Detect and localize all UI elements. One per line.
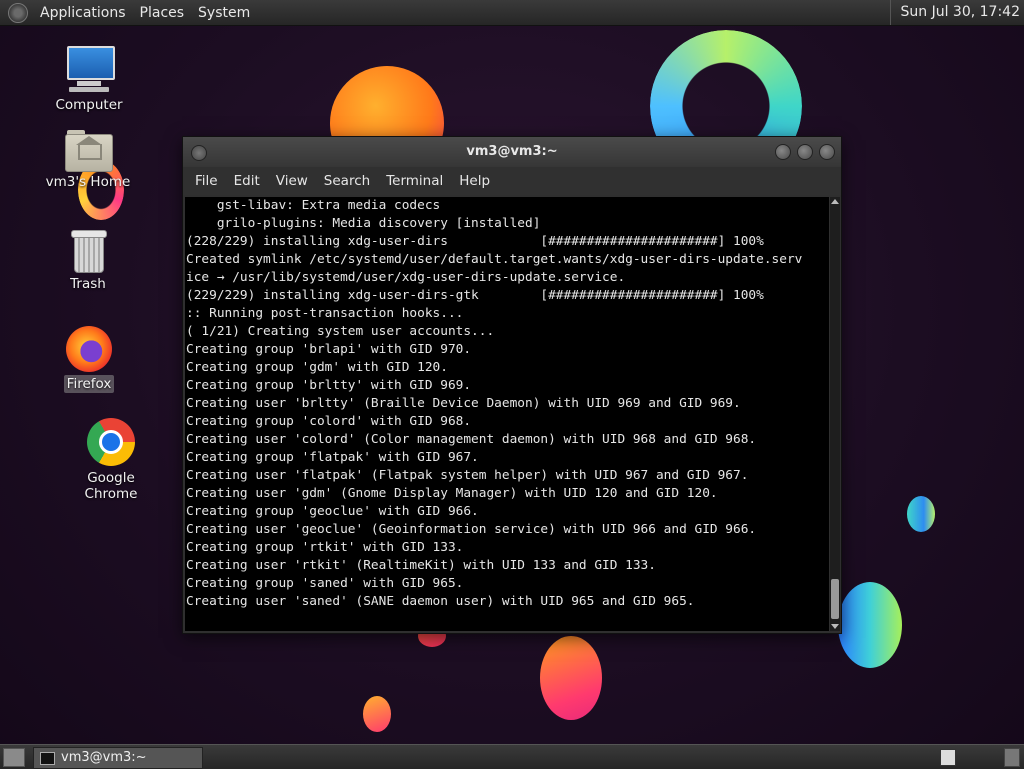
terminal-line: Creating user 'geoclue' (Geoinformation … — [186, 522, 757, 537]
terminal-line: Creating group 'saned' with GID 965. — [186, 576, 464, 591]
terminal-line: gst-libav: Extra media codecs — [186, 198, 441, 213]
terminal-line: Creating user 'flatpak' (Flatpak system … — [186, 468, 749, 483]
menu-places[interactable]: Places — [134, 5, 193, 21]
top-panel: Applications Places System Sun Jul 30, 1… — [0, 0, 1024, 26]
terminal-line: ( 1/21) Creating system user accounts... — [186, 324, 495, 339]
maximize-button[interactable] — [797, 144, 813, 160]
terminal-title: vm3@vm3:~ — [466, 144, 558, 159]
computer-icon — [65, 45, 115, 93]
terminal-line: Creating group 'gdm' with GID 120. — [186, 360, 448, 375]
desktop-icon-label: Firefox — [63, 375, 115, 393]
terminal-line: Creating user 'gdm' (Gnome Display Manag… — [186, 486, 718, 501]
desktop-icon-label: Google Chrome — [84, 470, 138, 502]
wallpaper-bottom-blob — [540, 636, 602, 720]
bottom-panel: vm3@vm3:~ — [0, 744, 1024, 769]
desktop-icon-label: Trash — [70, 276, 106, 292]
terminal-window[interactable]: vm3@vm3:~ File Edit View Search Terminal… — [182, 136, 842, 634]
desktop-icon-computer[interactable]: Computer — [39, 45, 139, 114]
menu-system[interactable]: System — [192, 5, 258, 21]
terminal-line: Created symlink /etc/systemd/user/defaul… — [186, 252, 803, 267]
terminal-line: Creating group 'flatpak' with GID 967. — [186, 450, 479, 465]
terminal-line: :: Running post-transaction hooks... — [186, 306, 464, 321]
workspace-switcher[interactable] — [940, 749, 956, 766]
desktop-icon-chrome[interactable]: Google Chrome — [61, 418, 161, 503]
terminal-line: Creating group 'colord' with GID 968. — [186, 414, 472, 429]
terminal-line: (229/229) installing xdg-user-dirs-gtk [… — [186, 288, 764, 303]
menu-terminal[interactable]: Terminal — [378, 173, 451, 189]
terminal-output[interactable]: gst-libav: Extra media codecs grilo-plug… — [185, 197, 829, 631]
taskbar-item-label: vm3@vm3:~ — [61, 750, 147, 765]
wallpaper-blue-small-blob — [907, 496, 935, 532]
menu-file[interactable]: File — [187, 173, 226, 189]
desktop-icon-trash[interactable]: Trash — [38, 230, 138, 293]
terminal-line: Creating group 'geoclue' with GID 966. — [186, 504, 479, 519]
menu-edit[interactable]: Edit — [226, 173, 268, 189]
terminal-menubar: File Edit View Search Terminal Help — [183, 167, 841, 195]
show-desktop-icon[interactable] — [3, 748, 25, 767]
terminal-line: ice → /usr/lib/systemd/user/xdg-user-dir… — [186, 270, 626, 285]
menu-applications[interactable]: Applications — [34, 5, 134, 21]
clock[interactable]: Sun Jul 30, 17:42 — [889, 0, 1020, 25]
menu-search[interactable]: Search — [316, 173, 378, 189]
terminal-line: Creating user 'saned' (SANE daemon user)… — [186, 594, 695, 609]
desktop-icon-label: vm3's Home — [45, 174, 131, 190]
main-menu-icon[interactable] — [8, 2, 28, 23]
terminal-line: (228/229) installing xdg-user-dirs [####… — [186, 234, 764, 249]
scroll-up-icon[interactable] — [831, 199, 839, 204]
firefox-icon — [66, 326, 112, 372]
terminal-line: grilo-plugins: Media discovery [installe… — [186, 216, 541, 231]
menu-view[interactable]: View — [268, 173, 316, 189]
terminal-titlebar[interactable]: vm3@vm3:~ — [183, 137, 841, 167]
terminal-icon — [40, 751, 55, 765]
wallpaper-blue-blob — [838, 582, 902, 668]
desktop-icon-label: Computer — [55, 97, 123, 113]
window-menu-icon[interactable] — [191, 145, 207, 161]
panel-trash-icon[interactable] — [1004, 748, 1020, 767]
chrome-icon — [87, 418, 135, 466]
terminal-scrollbar[interactable] — [830, 197, 840, 631]
desktop-icon-firefox[interactable]: Firefox — [39, 326, 139, 393]
close-button[interactable] — [819, 144, 835, 160]
terminal-line: Creating user 'brltty' (Braille Device D… — [186, 396, 741, 411]
scrollbar-thumb[interactable] — [831, 579, 839, 619]
terminal-line: Creating user 'colord' (Color management… — [186, 432, 757, 447]
terminal-line: Creating group 'brlapi' with GID 970. — [186, 342, 472, 357]
minimize-button[interactable] — [775, 144, 791, 160]
scroll-down-icon[interactable] — [831, 624, 839, 629]
desktop-icon-home[interactable]: vm3's Home — [38, 128, 138, 191]
terminal-line: Creating user 'rtkit' (RealtimeKit) with… — [186, 558, 656, 573]
terminal-line: Creating group 'brltty' with GID 969. — [186, 378, 472, 393]
trash-icon — [71, 230, 107, 273]
taskbar-item-terminal[interactable]: vm3@vm3:~ — [33, 747, 203, 769]
home-folder-icon — [65, 128, 113, 172]
terminal-line: Creating group 'rtkit' with GID 133. — [186, 540, 464, 555]
menu-help[interactable]: Help — [451, 173, 498, 189]
wallpaper-small-blob — [363, 696, 391, 732]
